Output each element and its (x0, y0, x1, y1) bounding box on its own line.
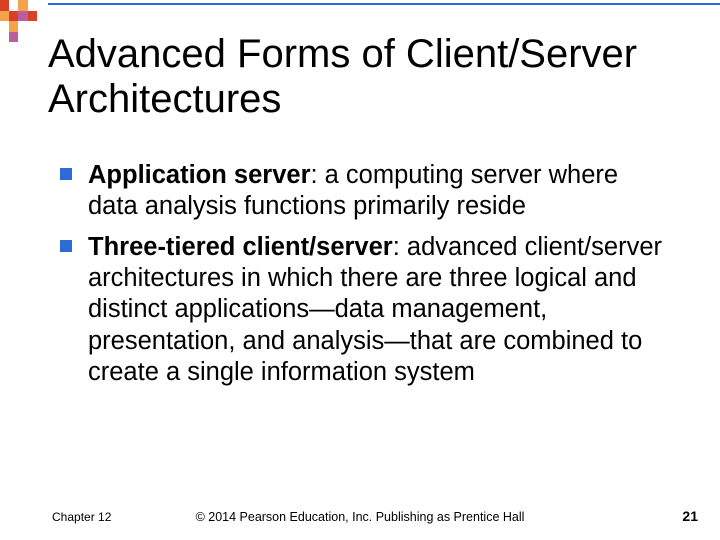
header-rule (48, 3, 720, 5)
square-bullet-icon (60, 240, 72, 252)
slide-body: Application server: a computing server w… (60, 160, 672, 398)
footer-page-number: 21 (682, 508, 698, 524)
list-item: Three-tiered client/server: advanced cli… (60, 232, 672, 388)
list-item-text: Application server: a computing server w… (88, 160, 672, 222)
square-bullet-icon (60, 168, 72, 180)
slide-footer: Chapter 12 © 2014 Pearson Education, Inc… (0, 504, 720, 524)
footer-copyright: © 2014 Pearson Education, Inc. Publishin… (0, 510, 720, 524)
slide-logo (0, 0, 46, 42)
list-item: Application server: a computing server w… (60, 160, 672, 222)
list-item-text: Three-tiered client/server: advanced cli… (88, 232, 672, 388)
slide-title: Advanced Forms of Client/Server Architec… (48, 32, 690, 122)
